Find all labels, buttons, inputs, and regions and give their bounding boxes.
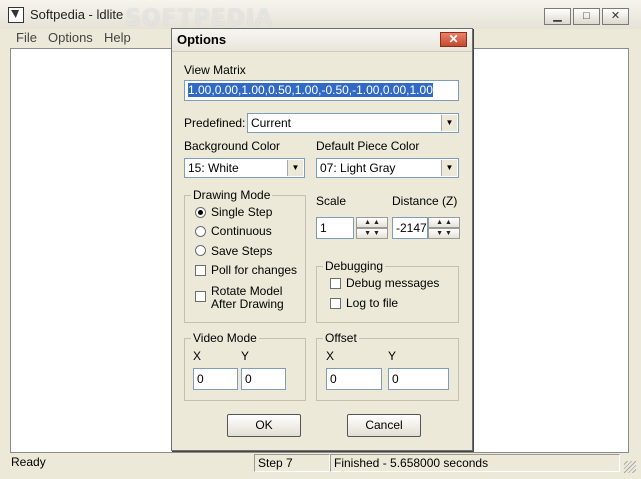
dialog-title: Options xyxy=(177,32,227,47)
distance-input[interactable]: -2147- xyxy=(392,217,428,239)
menu-help[interactable]: Help xyxy=(104,29,131,47)
ok-button[interactable]: OK xyxy=(227,414,301,437)
predefined-label: Predefined: xyxy=(184,116,246,130)
status-ready: Ready xyxy=(11,455,46,469)
offset-title: Offset xyxy=(323,331,359,345)
predefined-value: Current xyxy=(251,116,292,130)
save-steps-label: Save Steps xyxy=(211,244,273,258)
distance-spinner[interactable]: ▲ ▲ ▼ ▼ xyxy=(428,217,460,239)
app-icon xyxy=(8,7,24,23)
scale-label: Scale xyxy=(316,194,347,208)
default-piece-color-select[interactable]: 07: Light Gray ▼ xyxy=(316,158,459,178)
cancel-button[interactable]: Cancel xyxy=(347,414,421,437)
debug-messages-checkbox[interactable] xyxy=(330,278,341,289)
rotate-model-checkbox[interactable] xyxy=(195,291,206,302)
view-matrix-label: View Matrix xyxy=(184,63,246,77)
minimize-button[interactable]: ▁ xyxy=(544,8,571,25)
dialog-close-button[interactable]: ✕ xyxy=(440,32,467,47)
default-piece-color-value: 07: Light Gray xyxy=(320,161,396,175)
view-matrix-input[interactable]: 1.00,0.00,1.00,0.50,1.00,-0.50,-1.00,0.0… xyxy=(184,80,459,101)
predefined-select[interactable]: Current ▼ xyxy=(247,113,459,133)
debug-messages-label: Debug messages xyxy=(346,276,440,290)
main-titlebar: Softpedia - ldlite SOFTPEDIA ▁ □ ✕ xyxy=(0,0,641,31)
chevron-down-icon[interactable]: ▼ xyxy=(287,160,303,176)
menu-options[interactable]: Options xyxy=(48,29,93,47)
video-mode-title: Video Mode xyxy=(191,331,259,345)
video-x-label: X xyxy=(193,349,202,363)
offset-y-input[interactable]: 0 xyxy=(388,368,449,390)
debugging-group xyxy=(316,266,459,323)
status-step: Step 7 xyxy=(254,454,330,472)
single-step-label: Single Step xyxy=(211,205,273,219)
menu-file[interactable]: File xyxy=(16,29,37,47)
log-to-file-label: Log to file xyxy=(346,296,399,310)
close-icon: ✕ xyxy=(610,10,621,22)
scale-spinner[interactable]: ▲ ▲ ▼ ▼ xyxy=(356,217,388,239)
close-icon: ✕ xyxy=(448,32,459,46)
offset-x-input[interactable]: 0 xyxy=(326,368,382,390)
resize-grip[interactable] xyxy=(624,461,636,473)
video-y-input[interactable]: 0 xyxy=(241,368,286,390)
drawing-mode-title: Drawing Mode xyxy=(191,188,273,202)
options-dialog: Options ✕ View Matrix 1.00,0.00,1.00,0.5… xyxy=(171,28,473,451)
scale-input[interactable]: 1 xyxy=(316,217,354,239)
after-drawing-label: After Drawing xyxy=(211,297,284,311)
background-color-label: Background Color xyxy=(184,139,281,153)
spin-up-icon[interactable]: ▲ ▲ xyxy=(428,217,460,228)
continuous-radio[interactable] xyxy=(195,226,206,237)
view-matrix-value: 1.00,0.00,1.00,0.50,1.00,-0.50,-1.00,0.0… xyxy=(188,83,433,97)
distance-label: Distance (Z) xyxy=(392,194,458,208)
status-bar: Ready Step 7 Finished - 5.658000 seconds xyxy=(0,453,641,479)
debugging-title: Debugging xyxy=(323,259,386,273)
close-button[interactable]: ✕ xyxy=(602,8,629,25)
save-steps-radio[interactable] xyxy=(195,245,206,256)
log-to-file-checkbox[interactable] xyxy=(330,298,341,309)
window-title: Softpedia - ldlite xyxy=(30,7,124,22)
offset-y-label: Y xyxy=(388,349,397,363)
poll-for-changes-checkbox[interactable] xyxy=(195,265,206,276)
spin-down-icon[interactable]: ▼ ▼ xyxy=(356,228,388,239)
continuous-label: Continuous xyxy=(211,224,272,238)
background-color-value: 15: White xyxy=(188,161,239,175)
dialog-titlebar: Options ✕ xyxy=(172,29,472,52)
video-y-label: Y xyxy=(241,349,250,363)
default-piece-color-label: Default Piece Color xyxy=(316,139,420,153)
single-step-radio[interactable] xyxy=(195,207,206,218)
offset-x-label: X xyxy=(326,349,335,363)
poll-for-changes-label: Poll for changes xyxy=(211,263,298,277)
spin-down-icon[interactable]: ▼ ▼ xyxy=(428,228,460,239)
spin-up-icon[interactable]: ▲ ▲ xyxy=(356,217,388,228)
maximize-icon: □ xyxy=(583,10,590,22)
video-x-input[interactable]: 0 xyxy=(193,368,238,390)
rotate-model-label: Rotate Model xyxy=(211,284,283,298)
chevron-down-icon[interactable]: ▼ xyxy=(441,160,457,176)
chevron-down-icon[interactable]: ▼ xyxy=(441,115,457,131)
minimize-icon: ▁ xyxy=(553,10,562,22)
status-message: Finished - 5.658000 seconds xyxy=(330,454,620,472)
maximize-button[interactable]: □ xyxy=(573,8,600,25)
background-color-select[interactable]: 15: White ▼ xyxy=(184,158,305,178)
